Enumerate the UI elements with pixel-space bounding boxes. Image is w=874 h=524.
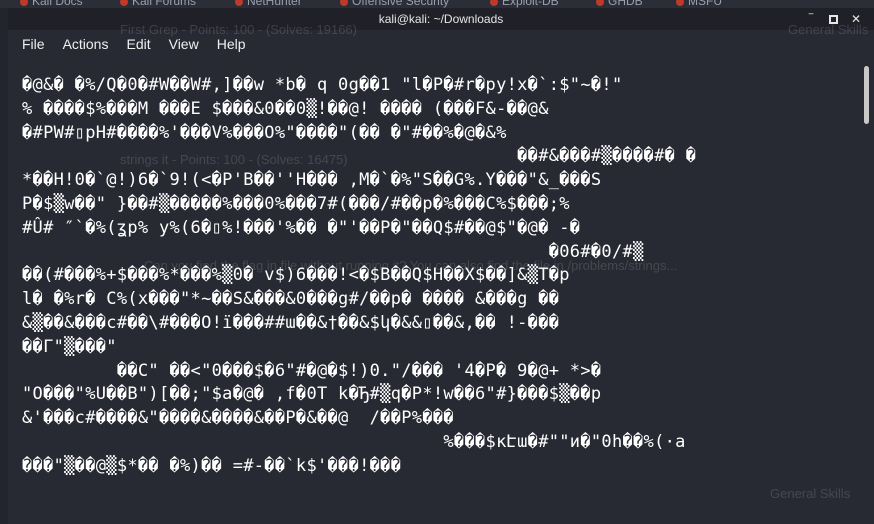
title-bar[interactable]: kali@kali: ~/Downloads ‾ ✕ [8, 8, 874, 30]
terminal-line: %���$кԷɯ�#""и�"0h��%(·a [22, 431, 686, 452]
terminal-line: ���"▒��@▒$*�� �%)�� =#-��`k$'���!��� [22, 455, 402, 476]
close-button[interactable]: ✕ [849, 12, 863, 26]
kali-icon [20, 0, 28, 6]
terminal-line: "O���"%U��B")[��;"$a�@� ,f�0T k�Ђ#▒q�P*!… [22, 384, 602, 405]
nethunter-icon [235, 0, 243, 6]
window-title: kali@kali: ~/Downloads [378, 12, 504, 26]
browser-tab[interactable]: Kali Forums [120, 0, 196, 8]
browser-tab[interactable]: NetHunter [235, 0, 302, 8]
menu-help[interactable]: Help [217, 36, 246, 52]
kali-icon [120, 0, 128, 6]
msfu-icon [676, 0, 684, 6]
terminal-line: ��#&���#▒����#� � [22, 146, 697, 167]
menu-bar: File Actions Edit View Help [8, 30, 874, 58]
terminal-line: ��C" ��<"0���$�6"#�@�$!)0."/��� '4�P� 9�… [22, 360, 602, 381]
ghdb-icon [596, 0, 604, 6]
terminal-line: �@&� �%/Q�0�#W��W#,]��w *b� q 0g��1 "l�P… [22, 75, 623, 95]
terminal-line: &'���c#����&"����&����&��P�&��@ /��P%��� [22, 408, 454, 429]
terminal-line: % ����$%���M ���E $���&0��0▒!��@! ���� (… [22, 98, 549, 119]
terminal-window: kali@kali: ~/Downloads ‾ ✕ File Actions … [8, 8, 874, 524]
terminal-line: ��Γ"▒���" [22, 336, 117, 357]
browser-tab[interactable]: GHDB [596, 0, 643, 8]
terminal-line: P�$▒w��" }��#▒�����%���0%���7#(���/#��p�… [22, 193, 570, 214]
maximize-icon [828, 15, 838, 25]
menu-file[interactable]: File [22, 36, 45, 52]
terminal-line: l� �%r� C%(x���"*~��S&���&0���g#/��p� ��… [22, 289, 560, 310]
scrollbar-thumb[interactable] [864, 66, 869, 124]
menu-actions[interactable]: Actions [63, 36, 109, 52]
terminal-line: ��(#���%+$���%*���%▒0� v$)6���!<�$B��Q$H… [22, 265, 570, 286]
terminal-output[interactable]: �@&� �%/Q�0�#W��W#,]��w *b� q 0g��1 "l�P… [8, 58, 860, 524]
exploitdb-icon [490, 0, 498, 6]
browser-tab[interactable]: Exploit-DB [490, 0, 559, 8]
terminal-line: �#PW#▯pH#����%'���V%���O%"����"(�� �"#��… [22, 122, 507, 143]
terminal-line: *��H!0�`@!)6�`9!(<�P'B��''H��� ,M�`�%"S�… [22, 170, 602, 191]
offsec-icon [340, 0, 348, 6]
terminal-line: &▒��&���c#��\#���O!ï���##ɯ��&†��&$կ�&&▯�… [22, 312, 560, 333]
browser-tab[interactable]: Offensive Security [340, 0, 449, 8]
browser-tab[interactable]: Kali Docs [20, 0, 83, 8]
menu-view[interactable]: View [169, 36, 199, 52]
menu-edit[interactable]: Edit [126, 36, 150, 52]
terminal-line: �06#�0/#▒ [22, 241, 644, 262]
maximize-button[interactable] [826, 12, 840, 26]
terminal-line: #Û# ″`�%(ʓp% y%(6�▯%!���'%�� �"'��P�"��Q… [22, 217, 581, 238]
browser-tab-strip: Kali Docs Kali Forums NetHunter Offensiv… [0, 0, 874, 8]
minimize-button[interactable]: ‾ [804, 12, 818, 26]
scrollbar[interactable] [860, 58, 874, 524]
browser-tab[interactable]: MSFU [676, 0, 722, 8]
